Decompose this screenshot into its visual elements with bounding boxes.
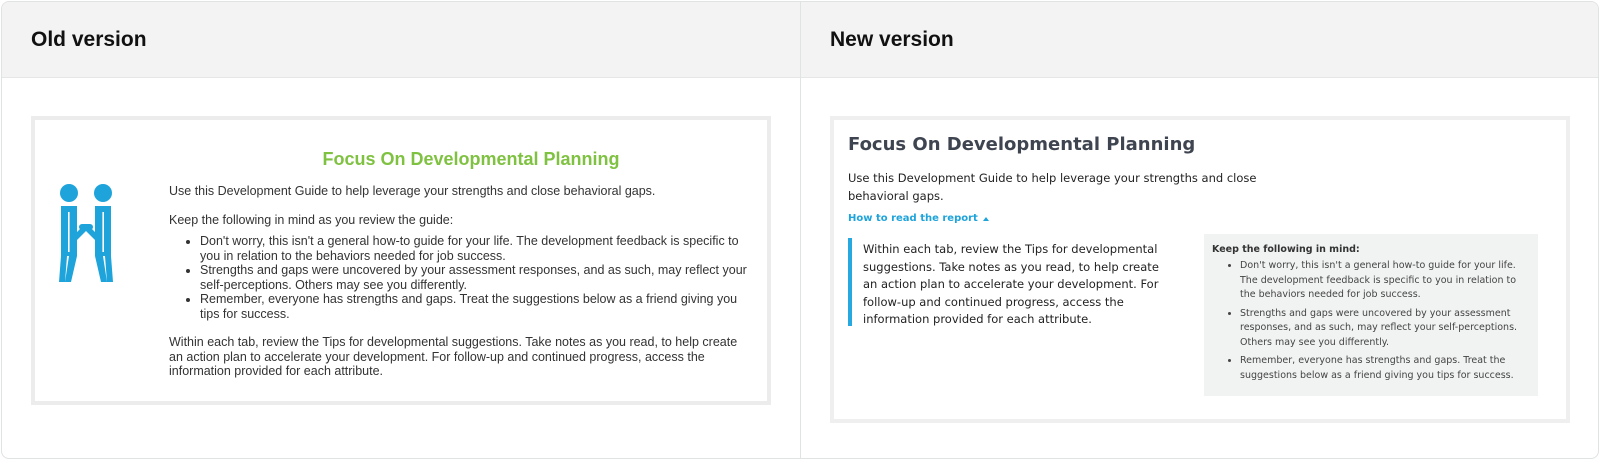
how-to-read-label[interactable]: How to read the report: [848, 213, 978, 224]
old-card-title: Focus On Developmental Planning: [322, 149, 620, 169]
tips-callout: Within each tab, review the Tips for dev…: [848, 238, 1166, 326]
old-version-title: Old version: [31, 27, 147, 51]
old-version-pane: Old version Focus On Developmental Plann…: [2, 2, 801, 458]
new-bullet-item: Remember, everyone has strengths and gap…: [1240, 354, 1530, 383]
new-bullet-item: Strengths and gaps were uncovered by you…: [1240, 307, 1530, 351]
old-closing-text: Within each tab, review the Tips for dev…: [169, 335, 738, 378]
old-bullet-item: Strengths and gaps were uncovered by you…: [200, 263, 749, 292]
old-bullet-item: Don't worry, this isn't a general how-to…: [200, 234, 749, 263]
old-guide-card-inner: Focus On Developmental Planning Use this…: [35, 120, 767, 401]
new-guide-card: Focus On Developmental Planning Use this…: [830, 116, 1570, 423]
old-guide-card: Focus On Developmental Planning Use this…: [31, 116, 771, 405]
new-version-header: New version: [801, 2, 1598, 78]
handshake-people-icon: [59, 184, 113, 282]
new-version-title: New version: [830, 27, 954, 51]
new-guide-card-inner: Focus On Developmental Planning Use this…: [834, 120, 1566, 419]
old-bullet-item: Remember, everyone has strengths and gap…: [200, 292, 749, 321]
old-keep-in-mind-text: Keep the following in mind as you review…: [169, 212, 454, 227]
keep-in-mind-heading: Keep the following in mind:: [1212, 244, 1360, 255]
old-intro-text: Use this Development Guide to help lever…: [169, 184, 656, 198]
new-intro-text: Use this Development Guide to help lever…: [848, 171, 1257, 203]
new-card-title: Focus On Developmental Planning: [848, 134, 1196, 155]
how-to-read-toggle[interactable]: How to read the report: [848, 213, 989, 224]
keep-in-mind-box: Keep the following in mind: Don't worry,…: [1204, 234, 1538, 396]
new-bullet-item: Don't worry, this isn't a general how-to…: [1240, 259, 1530, 303]
comparison-frame: Old version Focus On Developmental Plann…: [1, 1, 1599, 459]
new-bullet-list: Don't worry, this isn't a general how-to…: [1212, 259, 1530, 383]
old-bullet-list: Don't worry, this isn't a general how-to…: [169, 234, 749, 321]
old-version-header: Old version: [2, 2, 800, 78]
old-card-body: Use this Development Guide to help lever…: [169, 184, 749, 393]
caret-up-icon[interactable]: [982, 216, 989, 221]
new-version-pane: New version Focus On Developmental Plann…: [801, 2, 1598, 458]
